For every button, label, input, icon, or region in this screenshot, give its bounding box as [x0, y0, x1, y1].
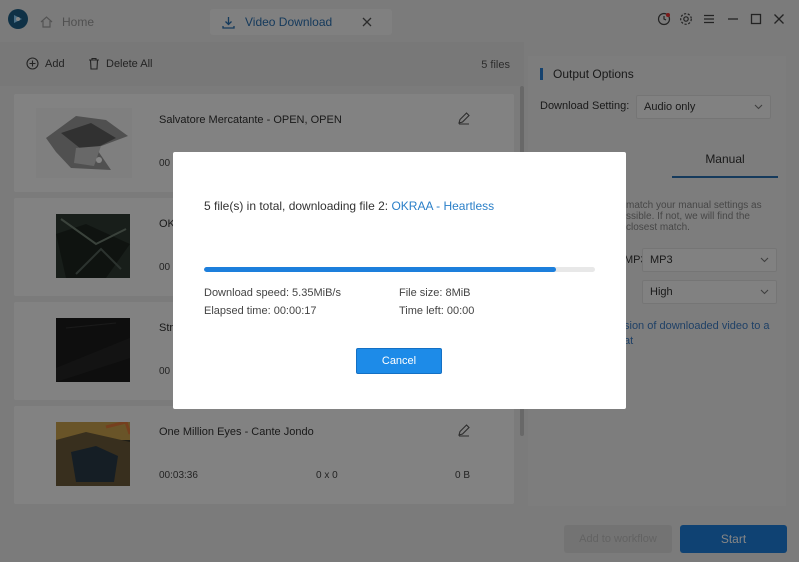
progress-fill: [204, 267, 556, 272]
file-size: File size: 8MiB: [399, 287, 471, 299]
cancel-button[interactable]: Cancel: [356, 348, 442, 374]
current-file-name: OKRAA - Heartless: [391, 199, 495, 213]
time-left: Time left: 00:00: [399, 305, 475, 317]
download-progress-dialog: 5 file(s) in total, downloading file 2: …: [173, 152, 626, 409]
download-speed: Download speed: 5.35MiB/s: [204, 287, 341, 299]
download-status: 5 file(s) in total, downloading file 2: …: [204, 199, 494, 213]
elapsed-time: Elapsed time: 00:00:17: [204, 305, 317, 317]
download-status-prefix: 5 file(s) in total, downloading file 2:: [204, 199, 392, 213]
progress-bar: [204, 267, 595, 272]
